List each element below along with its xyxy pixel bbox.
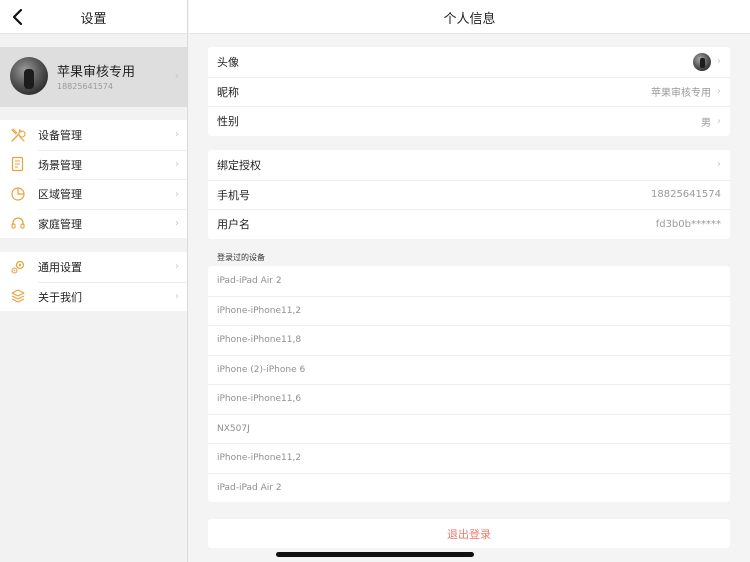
- devices-list: iPad-iPad Air 2 iPhone-iPhone11,2 iPhone…: [208, 266, 730, 502]
- username-value: fd3b0b******: [655, 218, 721, 230]
- avatar: [693, 52, 711, 71]
- gender-row[interactable]: 性别 男 ›: [208, 106, 730, 136]
- main-panel: 个人信息 头像 › 昵称 苹果审核专用 › 性别 男 › 绑定授权 › 手机号 …: [189, 0, 750, 562]
- list-item: iPhone-iPhone11,6: [208, 384, 730, 414]
- page-title: 个人信息: [443, 12, 496, 27]
- username-row: 用户名 fd3b0b******: [208, 209, 730, 239]
- list-item: iPhone (2)-iPhone 6: [208, 354, 730, 385]
- sidebar-item-about-us[interactable]: 关于我们 ›: [0, 281, 187, 312]
- sidebar-item-label: 家庭管理: [38, 217, 82, 231]
- sidebar-item-label: 场景管理: [38, 158, 82, 172]
- tools-icon: [11, 128, 26, 142]
- nickname-value: 苹果审核专用: [651, 88, 711, 100]
- list-item: iPad-iPad Air 2: [217, 275, 282, 286]
- devices-section-title: 登录过的设备: [217, 253, 265, 262]
- profile-name: 苹果审核专用: [57, 65, 136, 80]
- headset-icon: [11, 217, 25, 229]
- sidebar-item-family-management[interactable]: 家庭管理 ›: [0, 208, 187, 239]
- document-icon: [11, 157, 24, 172]
- row-label: 绑定授权: [217, 158, 261, 172]
- sidebar-group-management: 设备管理 › 场景管理 › 区域管理 › 家庭管理 ›: [0, 120, 187, 238]
- bind-authorization-row[interactable]: 绑定授权 ›: [208, 150, 730, 180]
- layers-icon: [11, 289, 25, 303]
- gender-value: 男: [701, 117, 711, 129]
- sidebar-item-label: 通用设置: [38, 260, 82, 274]
- list-item: iPhone-iPhone11,2: [208, 295, 730, 326]
- sidebar-item-label: 关于我们: [38, 290, 82, 304]
- home-indicator[interactable]: [276, 552, 474, 557]
- sidebar-item-device-management[interactable]: 设备管理 ›: [0, 120, 187, 150]
- sidebar-title: 设置: [80, 12, 107, 27]
- sidebar-group-general: 通用设置 › 关于我们 ›: [0, 252, 187, 311]
- list-item: iPhone-iPhone11,8: [208, 325, 730, 355]
- sidebar-item-label: 区域管理: [38, 188, 82, 202]
- chevron-right-icon: ›: [717, 159, 721, 171]
- sidebar-item-area-management[interactable]: 区域管理 ›: [0, 179, 187, 209]
- row-label: 用户名: [217, 218, 250, 232]
- sidebar-item-label: 设备管理: [38, 128, 82, 142]
- sidebar-item-scene-management[interactable]: 场景管理 ›: [0, 149, 187, 180]
- list-item: iPhone-iPhone11,2: [208, 443, 730, 473]
- chevron-right-icon: ›: [717, 86, 721, 98]
- chevron-right-icon: ›: [175, 159, 179, 171]
- avatar: [10, 57, 48, 95]
- nickname-row[interactable]: 昵称 苹果审核专用 ›: [208, 76, 730, 107]
- row-label: 手机号: [217, 188, 250, 202]
- sidebar: 设置 苹果审核专用 18825641574 › 设备管理 › 场景管理 › 区域…: [0, 0, 188, 562]
- main-header: 个人信息: [189, 0, 750, 34]
- pie-chart-icon: [11, 187, 25, 201]
- chevron-right-icon: ›: [174, 69, 179, 82]
- sidebar-header: 设置: [0, 0, 187, 34]
- basic-info-card: 头像 › 昵称 苹果审核专用 › 性别 男 ›: [208, 47, 730, 136]
- gears-icon: [11, 260, 25, 274]
- profile-phone: 18825641574: [57, 82, 113, 91]
- chevron-right-icon: ›: [717, 56, 721, 68]
- avatar-row[interactable]: 头像 ›: [208, 47, 730, 77]
- chevron-right-icon: ›: [175, 261, 179, 273]
- phone-row: 手机号 18825641574: [208, 179, 730, 210]
- chevron-right-icon: ›: [175, 291, 179, 303]
- phone-value: 18825641574: [651, 189, 721, 201]
- chevron-right-icon: ›: [175, 218, 179, 230]
- account-card: 绑定授权 › 手机号 18825641574 用户名 fd3b0b******: [208, 150, 730, 239]
- profile-card[interactable]: 苹果审核专用 18825641574 ›: [0, 47, 187, 107]
- row-label: 性别: [217, 115, 239, 129]
- chevron-right-icon: ›: [175, 188, 179, 200]
- chevron-right-icon: ›: [175, 129, 179, 141]
- row-label: 头像: [217, 55, 239, 69]
- list-item: iPad-iPad Air 2: [208, 472, 730, 503]
- logout-button[interactable]: 退出登录: [208, 519, 730, 548]
- list-item: NX507J: [208, 413, 730, 444]
- row-label: 昵称: [217, 85, 239, 99]
- sidebar-item-general-settings[interactable]: 通用设置 ›: [0, 252, 187, 282]
- chevron-right-icon: ›: [717, 115, 721, 127]
